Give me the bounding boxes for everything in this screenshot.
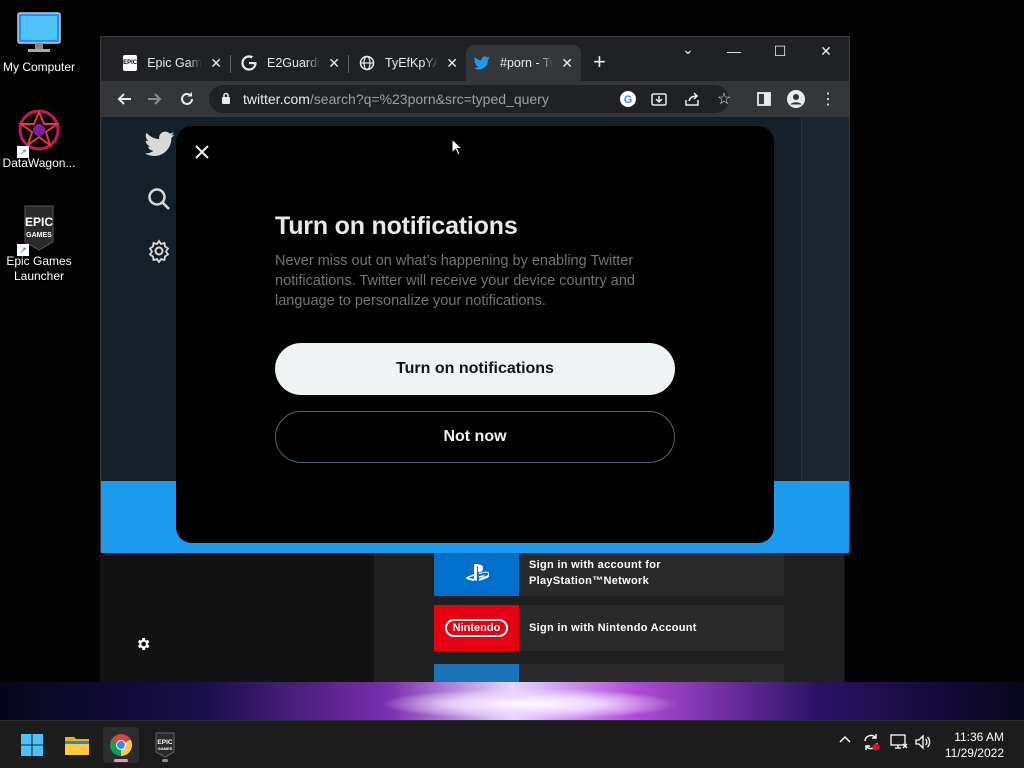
mouse-cursor-icon [451,137,464,161]
install-app-icon[interactable] [648,88,670,110]
shortcut-arrow-icon: ↗ [17,244,29,256]
tab-title: TyEfKpYAM [385,56,439,70]
url-path: /search?q=%23porn&src=typed_query [309,91,549,107]
tab-close-icon[interactable]: ✕ [561,55,573,72]
desktop-icon-label: DataWagon... [2,156,76,170]
show-hidden-icons-chevron[interactable] [838,733,852,750]
twitter-logo-icon[interactable] [144,131,175,162]
epic-games-icon: EPIC GAMES ↗ [15,204,63,256]
svg-text:EPIC: EPIC [157,739,172,746]
tab-title: Epic Games [147,56,203,70]
nintendo-signin-button[interactable]: Nintendo Sign in with Nintendo Account [434,605,784,651]
google-favicon-icon [241,55,257,71]
taskbar: EPIC GAMES 11:36 AM 11/29/2022 [0,720,1024,768]
browser-toolbar: twitter.com/search?q=%23porn&src=typed_q… [101,81,849,117]
settings-gear-icon[interactable] [135,636,151,657]
desktop-icon-epic-games[interactable]: EPIC GAMES ↗ Epic Games Launcher [0,204,78,284]
monitor-icon [15,10,63,58]
wallpaper-bloom [380,688,680,720]
settings-icon[interactable] [147,239,171,268]
turn-on-notifications-button[interactable]: Turn on notifications [275,343,675,395]
clock[interactable]: 11:36 AM 11/29/2022 [945,729,1004,761]
epic-games-taskbar-icon[interactable]: EPIC GAMES [147,727,183,763]
tab-search-chevron-icon[interactable]: ⌄ [665,41,711,58]
desktop-icon-label: My Computer [2,60,76,74]
svg-text:G: G [624,94,633,106]
side-panel-icon[interactable] [753,88,775,110]
sync-icon[interactable] [862,733,880,754]
not-now-button[interactable]: Not now [275,411,675,463]
close-modal-icon[interactable] [190,140,214,164]
tab-twitter-active[interactable]: #porn - Twitter ✕ [466,45,581,81]
nintendo-signin-label: Sign in with Nintendo Account [529,622,697,634]
new-tab-plus-icon[interactable]: + [593,51,606,73]
epic-favicon-icon: EPIC [123,55,138,71]
bookmark-star-icon[interactable]: ☆ [713,88,735,110]
partial-signin-button[interactable] [434,664,784,682]
tab-close-icon[interactable]: ✕ [210,55,222,72]
lock-icon [221,92,231,110]
reload-icon[interactable] [176,88,198,110]
clock-time: 11:36 AM [954,730,1004,744]
modal-description: Never miss out on what’s happening by en… [275,253,635,309]
forward-arrow-icon[interactable] [144,88,166,110]
profile-avatar-icon[interactable] [785,88,807,110]
partial-provider-icon [434,664,519,682]
tab-close-icon[interactable]: ✕ [446,55,458,72]
start-windows-icon[interactable] [14,727,50,763]
volume-icon[interactable] [914,733,932,754]
desktop-icon-label: Epic Games Launcher [6,254,72,283]
chrome-menu-icon[interactable]: ⋮ [817,88,839,110]
playstation-icon [434,550,519,596]
tab-title: E2Guardian [267,56,320,70]
tab-separator [348,55,349,73]
globe-favicon-icon [359,55,375,71]
tab-e2guardian[interactable]: E2Guardian ✕ [233,45,348,81]
search-results-column [801,117,849,481]
chrome-taskbar-icon[interactable] [103,727,139,763]
close-window-icon[interactable]: ✕ [803,43,849,60]
file-explorer-icon[interactable] [59,727,95,763]
twitter-favicon-icon [474,55,490,71]
datawagon-icon: ↗ [15,106,63,158]
url-text: twitter.com/search?q=%23porn&src=typed_q… [243,91,549,107]
network-icon[interactable] [890,733,908,754]
explore-search-icon[interactable] [147,187,171,216]
back-arrow-icon[interactable] [113,88,135,110]
notifications-modal: Turn on notifications Never miss out on … [176,126,774,543]
tab-close-icon[interactable]: ✕ [328,55,340,72]
url-host: twitter.com [243,91,310,107]
desktop-icon-datawagon[interactable]: ↗ DataWagon... [0,106,78,171]
nintendo-logo-text: Nintendo [444,619,509,637]
tab-separator [230,55,231,73]
tab-strip: EPIC Epic Games ✕ E2Guardian ✕ TyEfKpYAM… [101,37,849,81]
psn-signin-label: Sign in with account for PlayStation™Net… [529,559,661,587]
shortcut-arrow-icon: ↗ [17,146,29,158]
desktop-icon-my-computer[interactable]: My Computer [0,10,78,75]
svg-text:GAMES: GAMES [26,232,52,239]
tab-tyefkpyam[interactable]: TyEfKpYAM ✕ [351,45,466,81]
minimize-icon[interactable]: — [711,43,757,59]
clock-date: 11/29/2022 [944,746,1004,760]
active-app-indicator [114,759,128,762]
svg-text:EPIC: EPIC [25,215,53,229]
running-app-indicator [162,759,168,762]
maximize-icon[interactable]: ☐ [757,43,803,60]
share-icon[interactable] [681,88,703,110]
psn-signin-button[interactable]: Sign in with account for PlayStation™Net… [434,550,784,596]
tab-epic-games[interactable]: EPIC Epic Games ✕ [115,45,230,81]
nintendo-logo: Nintendo [434,605,519,651]
modal-title: Turn on notifications [275,212,518,240]
svg-text:GAMES: GAMES [158,746,173,751]
tab-title: #porn - Twitter [500,56,553,70]
google-lens-icon[interactable]: G [617,88,639,110]
